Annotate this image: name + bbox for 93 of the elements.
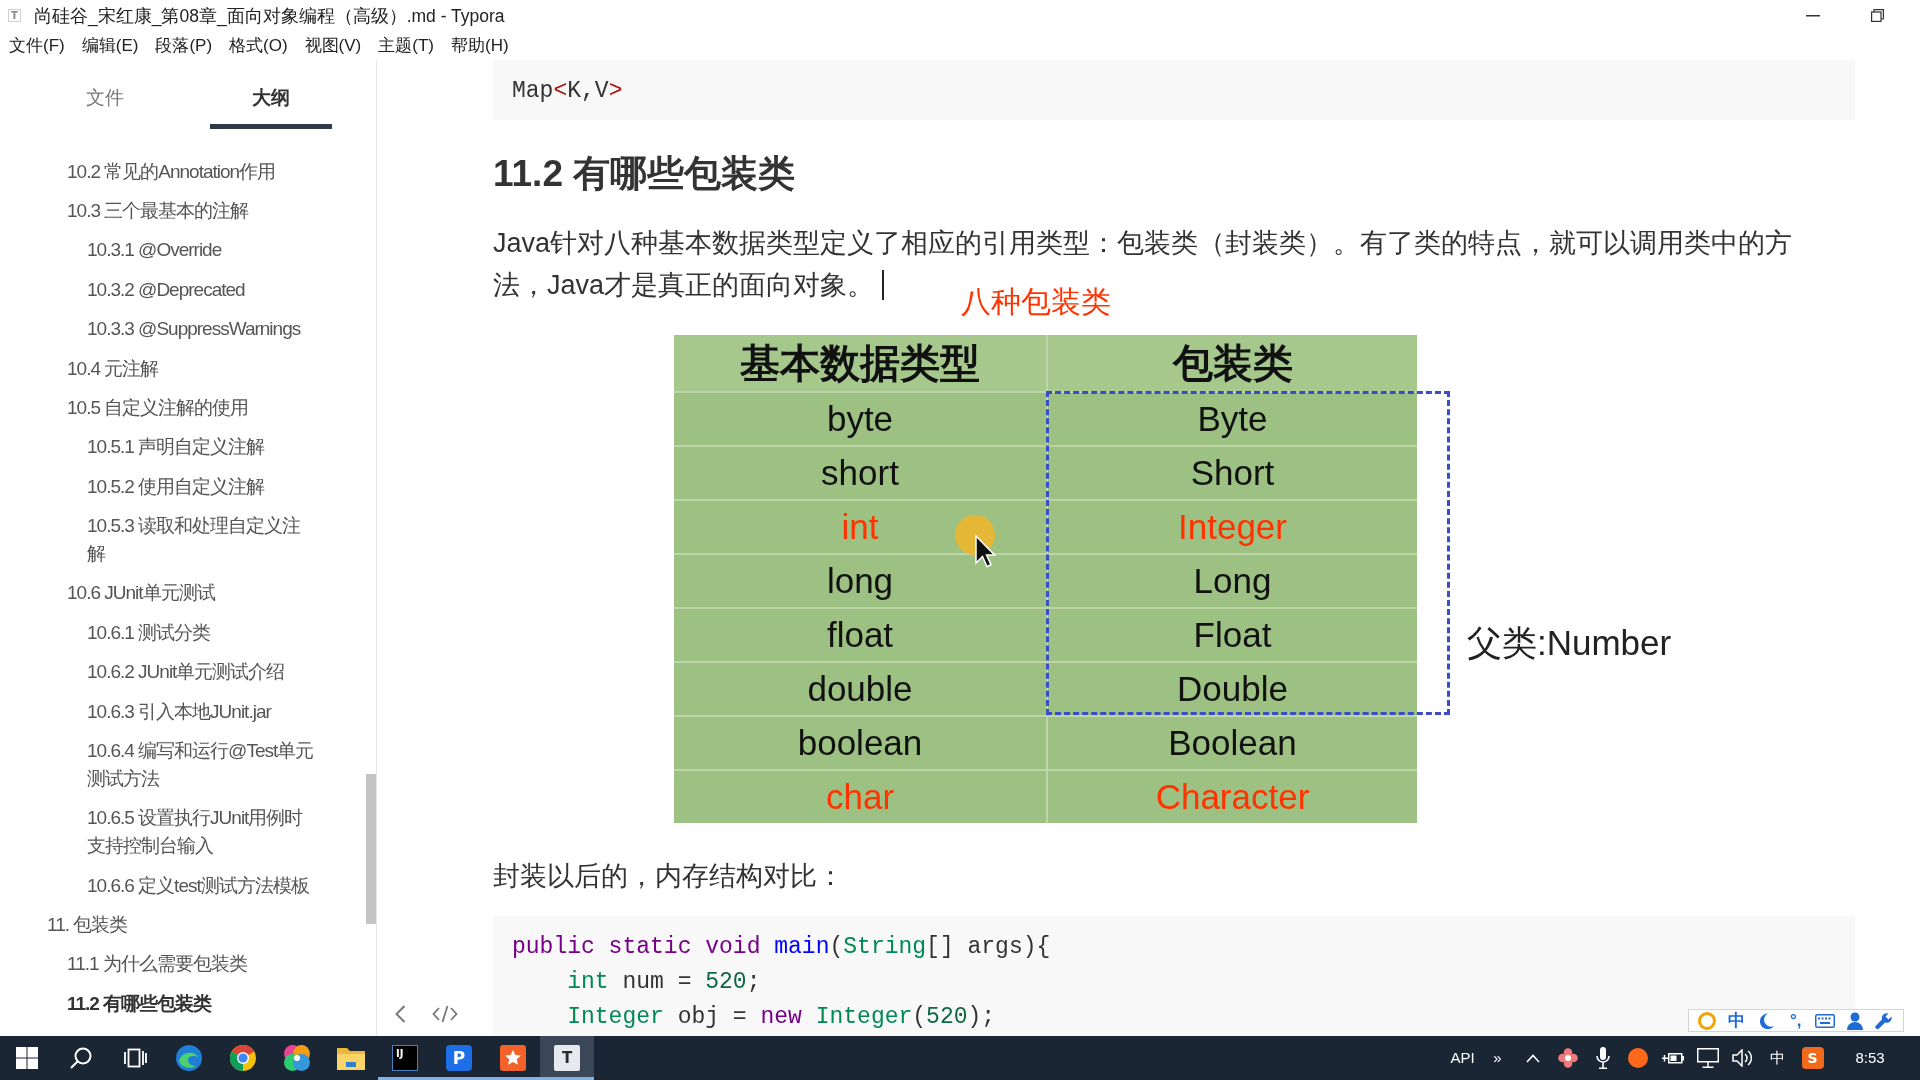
battery-icon[interactable] [1661, 1050, 1684, 1066]
speaker-icon[interactable] [1731, 1049, 1754, 1067]
outline-item[interactable]: 11.2 有哪些包装类 [0, 984, 317, 1024]
sidebar-tab[interactable]: 文件 [44, 60, 166, 129]
taskbar-button[interactable]: P [432, 1036, 486, 1080]
app-tile: P [446, 1045, 472, 1071]
table-cell: int [841, 506, 879, 549]
outline-item[interactable]: 10.6.6 定义test测试方法模板 [0, 866, 317, 906]
pinwheel-icon [284, 1045, 310, 1071]
moon-icon[interactable] [1758, 1012, 1775, 1029]
menu-item[interactable]: 视图(V) [304, 33, 362, 58]
outline-item[interactable]: 10.5 自定义注解的使用 [0, 388, 317, 428]
outline-item[interactable]: 10.6.3 引入本地JUnit.jar [0, 691, 317, 732]
code-line: Map<K,V> [512, 77, 623, 106]
four-squares-icon [16, 1047, 38, 1069]
table-cell: Character [1155, 776, 1310, 819]
table-cell: Long [1193, 560, 1272, 603]
table-cell: boolean [797, 722, 923, 765]
outline-item[interactable]: 10.3.2 @Deprecated [0, 270, 317, 310]
outline-item[interactable]: 10.6.1 测试分类 [0, 613, 317, 653]
outline-item[interactable]: 10.3.1 @Override [0, 230, 317, 271]
outline-item[interactable]: 10.6.4 编写和运行@Test单元测试方法 [0, 731, 317, 799]
window-title: 尚硅谷_宋红康_第08章_面向对象编程（高级）.md - Typora [34, 4, 505, 28]
menu-item[interactable]: 文件(F) [9, 33, 65, 58]
segmented-circle-icon [230, 1045, 256, 1071]
code-line: Integer obj = new Integer(520); [566, 1003, 996, 1033]
flower-icon[interactable] [1557, 1048, 1578, 1068]
scrollbar-thumb[interactable] [366, 774, 376, 924]
taskbar-button[interactable]: IJ [378, 1036, 432, 1080]
table-cell: Integer [1178, 506, 1287, 549]
outline-item[interactable]: 10.4 元注解 [0, 348, 317, 389]
chevron-up-icon[interactable] [1525, 1053, 1540, 1063]
search-icon [70, 1047, 92, 1069]
outline-item[interactable]: 10.3 三个最基本的注解 [0, 191, 317, 231]
section-heading: 11.2 有哪些包装类 [493, 152, 797, 196]
chevron-left-icon[interactable] [394, 1005, 406, 1023]
outline-item[interactable]: 10.2 常见的Annotation作用 [0, 152, 317, 192]
swirl-icon [176, 1045, 202, 1071]
outline-item[interactable]: 10.6 JUnit单元测试 [0, 573, 317, 614]
sidebar-tab[interactable]: 大纲 [210, 60, 332, 129]
circle-icon[interactable] [1627, 1048, 1648, 1068]
tray-label[interactable]: 中 [1770, 1048, 1785, 1068]
clock-time[interactable]: 8:53 [1830, 1048, 1910, 1068]
code-icon[interactable] [432, 1005, 458, 1023]
microphone-icon[interactable] [1595, 1047, 1610, 1069]
column-header: 基本数据类型 [740, 340, 980, 388]
table-cell: Byte [1197, 398, 1268, 441]
keyboard-icon[interactable] [1815, 1013, 1836, 1028]
paragraph: 封装以后的，内存结构对比： [493, 861, 844, 892]
menu-item[interactable]: 段落(P) [155, 33, 213, 58]
table-cell: double [807, 668, 913, 711]
star-tile-icon [500, 1045, 526, 1071]
table-cell: short [821, 452, 899, 495]
table-cell: char [825, 776, 895, 819]
person-icon[interactable] [1846, 1011, 1863, 1030]
taskbar-button[interactable]: T [540, 1036, 594, 1080]
table-cell: byte [826, 398, 894, 441]
code-line: int num = 520; [566, 968, 761, 998]
folder-icon [337, 1046, 365, 1070]
table-cell: Boolean [1168, 722, 1297, 765]
restore-icon [1871, 9, 1884, 22]
menu-item[interactable]: 主题(T) [378, 33, 434, 58]
menu-item[interactable]: 帮助(H) [451, 33, 509, 58]
task-view-icon [123, 1047, 147, 1069]
outline-item[interactable]: 10.5.3 读取和处理自定义注解 [0, 506, 317, 574]
menu-item[interactable]: 编辑(E) [81, 33, 139, 58]
menu-item[interactable]: 格式(O) [229, 33, 288, 58]
wrench-icon[interactable] [1875, 1011, 1894, 1030]
table-cell: float [826, 614, 894, 657]
outline-item[interactable]: 11.1 为什么需要包装类 [0, 944, 317, 985]
minimize-icon [1805, 14, 1820, 17]
tray-label[interactable]: API [1450, 1048, 1475, 1068]
table-cell: Float [1193, 614, 1272, 657]
table-cell: Short [1190, 452, 1275, 495]
column-header: 包装类 [1172, 340, 1293, 388]
ime-label[interactable]: °, [1790, 1010, 1802, 1031]
app-icon: T [8, 9, 21, 22]
app-tile: T [554, 1045, 580, 1071]
code-line: public static void main(String[] args){ [512, 933, 1051, 963]
outline-item[interactable]: 10.6.2 JUnit单元测试介绍 [0, 652, 317, 692]
group-label: 父类:Number [1467, 622, 1672, 665]
tray-label[interactable]: » [1493, 1048, 1502, 1068]
app-tile: IJ [392, 1045, 418, 1071]
table-cell: long [826, 560, 894, 603]
outline-item[interactable]: 10.5.1 声明自定义注解 [0, 427, 317, 467]
table-cell: Double [1177, 668, 1288, 711]
monitor-icon[interactable] [1696, 1048, 1719, 1068]
cursor-icon [955, 515, 996, 569]
outline-item[interactable]: 10.5.2 使用自定义注解 [0, 467, 317, 507]
outline-item[interactable]: 10.3.3 @SuppressWarnings [0, 309, 317, 349]
outline-item[interactable]: 11. 包装类 [0, 905, 317, 945]
ime-label[interactable]: 中 [1728, 1010, 1746, 1031]
outline-item[interactable]: 10.6.5 设置执行JUnit用例时支持控制台输入 [0, 798, 317, 866]
